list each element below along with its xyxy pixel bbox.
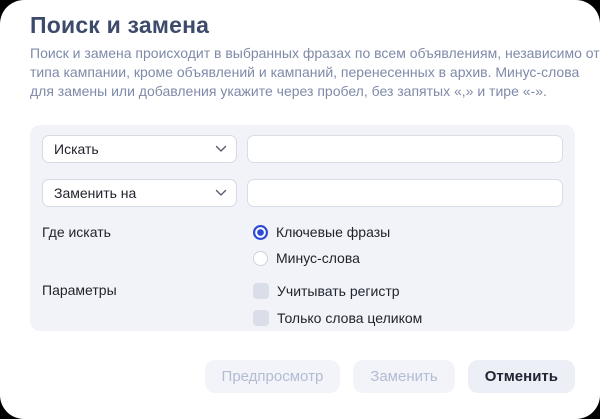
radio-keyword-phrases[interactable]: Ключевые фразы: [253, 219, 390, 245]
cancel-button[interactable]: Отменить: [468, 360, 575, 393]
radio-minus-words[interactable]: Минус-слова: [253, 245, 390, 271]
radio-selected-icon[interactable]: [253, 225, 268, 240]
checkbox-label: Учитывать регистр: [277, 283, 400, 299]
where-group: Где искать Ключевые фразы Минус-слова: [42, 219, 563, 271]
dialog-title: Поиск и замена: [30, 12, 209, 39]
radio-label: Минус-слова: [276, 250, 360, 266]
description-line: для замены или добавления укажите через …: [30, 82, 575, 101]
search-mode-select[interactable]: Искать: [42, 135, 237, 163]
replace-mode-value: Заменить на: [54, 185, 136, 201]
checkbox-unchecked-icon[interactable]: [253, 283, 269, 299]
params-options: Учитывать регистр Только слова целиком: [253, 277, 422, 331]
chevron-down-icon: [215, 189, 227, 197]
radio-label: Ключевые фразы: [276, 224, 390, 240]
chevron-down-icon: [215, 145, 227, 153]
checkbox-label: Только слова целиком: [277, 310, 422, 326]
params-group-label: Параметры: [42, 277, 253, 331]
where-group-label: Где искать: [42, 219, 253, 271]
footer-actions: Предпросмотр Заменить Отменить: [205, 360, 575, 393]
description-line: Поиск и замена происходит в выбранных фр…: [30, 44, 575, 63]
replace-row: Заменить на: [42, 179, 563, 207]
replace-mode-select[interactable]: Заменить на: [42, 179, 237, 207]
replace-input[interactable]: [247, 179, 563, 207]
params-group: Параметры Учитывать регистр Только слова…: [42, 277, 563, 331]
checkbox-match-case[interactable]: Учитывать регистр: [253, 277, 422, 304]
radio-unselected-icon[interactable]: [253, 251, 268, 266]
search-replace-dialog: Поиск и замена Поиск и замена происходит…: [0, 0, 600, 419]
dialog-description: Поиск и замена происходит в выбранных фр…: [30, 44, 575, 101]
checkbox-whole-words[interactable]: Только слова целиком: [253, 304, 422, 331]
search-row: Искать: [42, 135, 563, 163]
replace-button[interactable]: Заменить: [353, 360, 454, 393]
search-mode-value: Искать: [54, 141, 99, 157]
preview-button[interactable]: Предпросмотр: [205, 360, 341, 393]
search-input[interactable]: [247, 135, 563, 163]
form-panel: Искать Заменить на Где искать Ключ: [30, 125, 575, 331]
where-options: Ключевые фразы Минус-слова: [253, 219, 390, 271]
checkbox-unchecked-icon[interactable]: [253, 310, 269, 326]
description-line: типа кампании, кроме объявлений и кампан…: [30, 63, 575, 82]
